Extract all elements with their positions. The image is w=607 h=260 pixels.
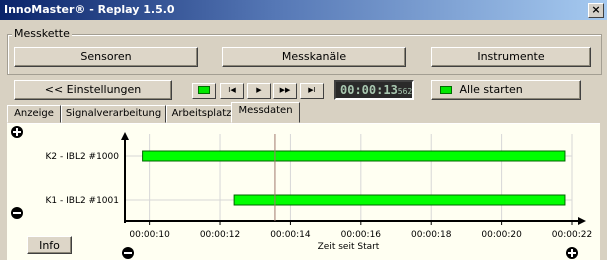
time-display: 00:00:13562 [334, 80, 414, 100]
window-title: InnoMaster® - Replay 1.5.0 [4, 3, 175, 16]
end-button[interactable]: ▶I [300, 83, 324, 99]
time-display-main: 00:00:13 [340, 83, 398, 97]
einstellungen-button[interactable]: << Einstellungen [14, 80, 172, 100]
x-tick-label: 00:00:12 [200, 230, 240, 240]
messkette-group-label: Messkette [12, 27, 72, 40]
tab-anzeige[interactable]: Anzeige [7, 105, 61, 123]
y-zoom-out-icon-bar [13, 212, 21, 214]
tab-messdaten[interactable]: Messdaten [231, 102, 300, 123]
x-zoom-in-icon-bar-v [571, 249, 573, 257]
fast-forward-button[interactable]: ▶▶ [273, 83, 297, 99]
tab-signalverarbeitung[interactable]: Signalverarbeitung [61, 105, 166, 123]
sensoren-button[interactable]: Sensoren [14, 47, 198, 67]
instrumente-button[interactable]: Instrumente [431, 47, 591, 67]
time-display-fraction: 562 [397, 87, 413, 96]
x-tick-label: 00:00:10 [129, 230, 170, 240]
y-zoom-in-icon-bar-v [16, 128, 18, 136]
timeline-bar[interactable] [142, 150, 566, 162]
x-tick-label: 00:00:16 [341, 230, 382, 240]
row-label: K1 - IBL2 #1001 [46, 196, 119, 206]
info-button[interactable]: Info [27, 236, 72, 254]
x-tick-label: 00:00:18 [411, 230, 452, 240]
messkanaele-button[interactable]: Messkanäle [222, 47, 406, 67]
play-button[interactable]: ▶ [247, 83, 271, 99]
row-label: K2 - IBL2 #1000 [46, 152, 120, 162]
timeline-bar[interactable] [233, 194, 566, 206]
alle-starten-led-icon [440, 86, 452, 94]
messdaten-panel: 00:00:10 00:00:12 00:00:14 00:00:16 00:00:18… [7, 123, 600, 260]
x-zoom-out-icon-bar [124, 252, 132, 254]
stop-button[interactable] [192, 83, 216, 99]
close-button[interactable]: × [588, 3, 604, 18]
timeline-chart[interactable]: 00:00:10 00:00:12 00:00:14 00:00:16 00:00:18… [7, 124, 600, 260]
tab-arbeitsplatz[interactable]: Arbeitsplatz [166, 105, 237, 123]
alle-starten-button[interactable]: Alle starten [431, 80, 581, 100]
alle-starten-label: Alle starten [459, 83, 523, 96]
x-axis-label: Zeit seit Start [318, 242, 380, 252]
x-tick-label: 00:00:20 [481, 230, 522, 240]
x-tick-label: 00:00:14 [270, 230, 311, 240]
title-bar: InnoMaster® - Replay 1.5.0 × [0, 0, 607, 20]
x-tick-label: 00:00:22 [552, 230, 592, 240]
stop-led-icon [198, 86, 210, 94]
y-axis-arrow-icon [121, 132, 129, 140]
rewind-button[interactable]: I◀ [220, 83, 244, 99]
x-axis-arrow-icon [578, 217, 586, 225]
